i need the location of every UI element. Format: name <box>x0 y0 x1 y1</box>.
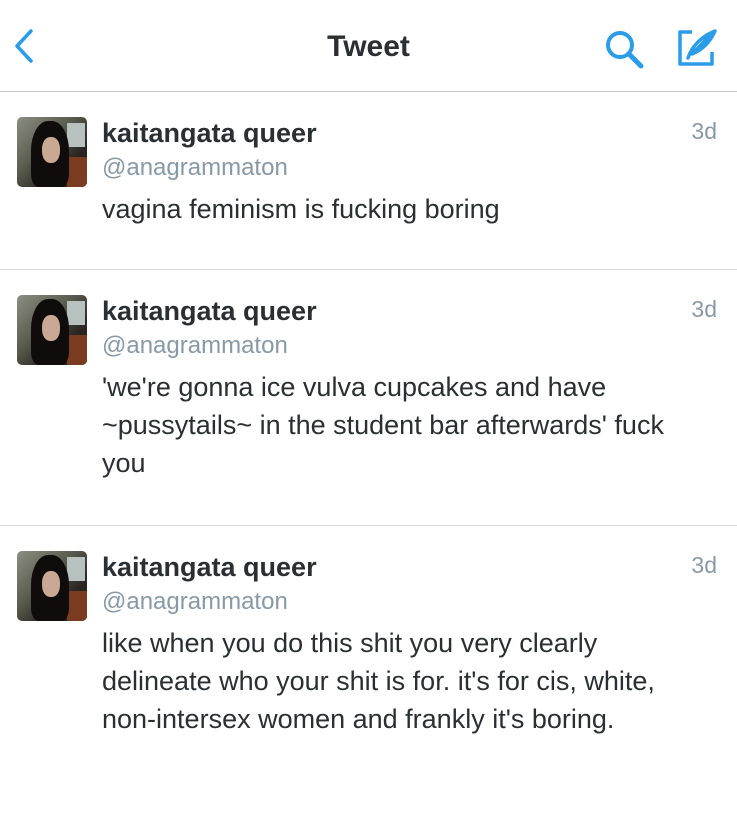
compose-tweet-icon <box>678 29 717 66</box>
tweet-text: like when you do this shit you very clea… <box>102 628 655 734</box>
avatar[interactable] <box>17 551 87 621</box>
tweet-author-handle[interactable]: @anagrammaton <box>102 332 288 360</box>
tweet-author-name[interactable]: kaitangata queer <box>102 296 317 327</box>
search-button[interactable] <box>603 28 645 70</box>
tweet-item[interactable]: kaitangata queer @anagrammaton 3d like w… <box>0 526 737 814</box>
tweet-author-name[interactable]: kaitangata queer <box>102 118 317 149</box>
tweet-timestamp: 3d <box>691 296 717 322</box>
tweet-author-handle[interactable]: @anagrammaton <box>102 154 288 182</box>
navigation-bar: Tweet <box>0 0 737 92</box>
avatar[interactable] <box>17 295 87 365</box>
tweet-text: 'we're gonna ice vulva cupcakes and have… <box>102 372 664 478</box>
avatar[interactable] <box>17 117 87 187</box>
compose-button[interactable] <box>676 28 718 68</box>
search-icon <box>606 31 644 69</box>
tweet-author-name[interactable]: kaitangata queer <box>102 552 317 583</box>
tweet-item[interactable]: kaitangata queer @anagrammaton 3d vagina… <box>0 92 737 270</box>
tweet-item[interactable]: kaitangata queer @anagrammaton 3d 'we're… <box>0 270 737 526</box>
tweet-author-handle[interactable]: @anagrammaton <box>102 588 288 616</box>
tweet-timestamp: 3d <box>691 118 717 144</box>
tweet-text: vagina feminism is fucking boring <box>102 194 500 224</box>
tweet-timestamp: 3d <box>691 552 717 578</box>
